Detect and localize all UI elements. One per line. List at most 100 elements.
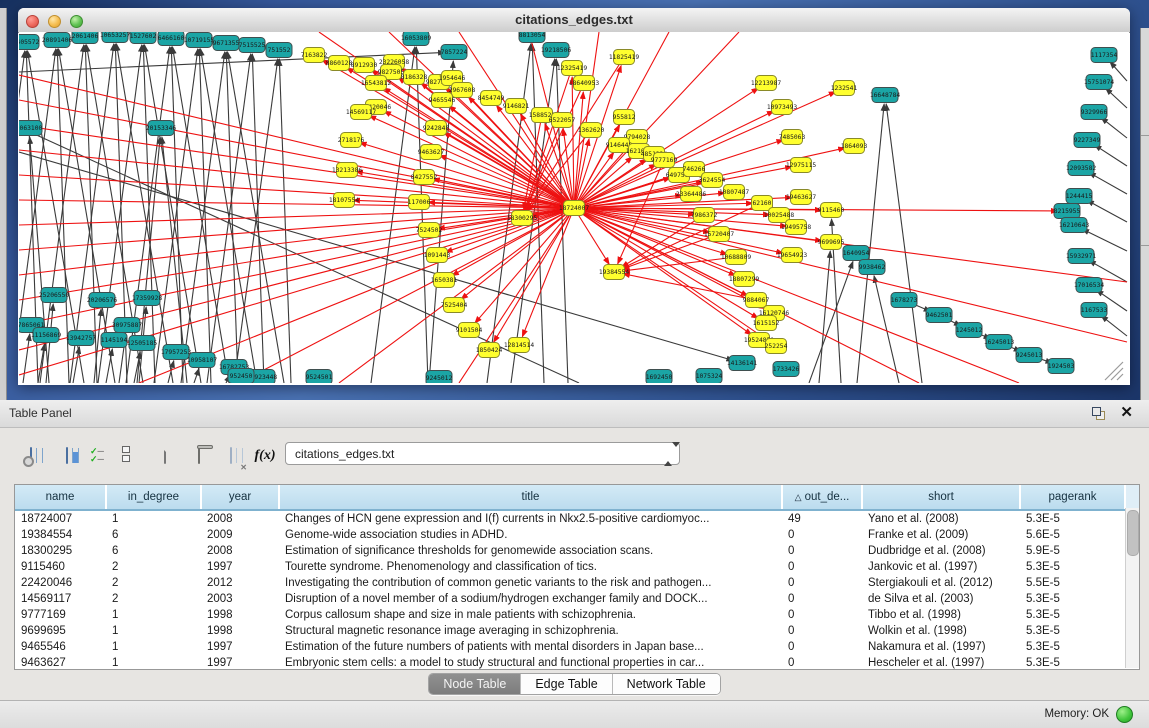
table-cell[interactable]: 18724007 bbox=[15, 510, 106, 527]
table-cell[interactable]: Jankovic et al. (1997) bbox=[862, 559, 1020, 575]
network-node[interactable]: 13942757 bbox=[66, 331, 97, 346]
table-cell[interactable]: 0 bbox=[782, 559, 862, 575]
table-cell[interactable]: Corpus callosum shape and size in male p… bbox=[279, 607, 782, 623]
network-canvas[interactable]: 1405572208914062061406106532571527602646… bbox=[19, 32, 1129, 383]
network-node[interactable]: 10973493 bbox=[767, 100, 798, 115]
network-node[interactable]: 10688809 bbox=[721, 250, 752, 265]
network-node[interactable]: 12325419 bbox=[557, 61, 588, 76]
column-header[interactable]: year bbox=[201, 485, 279, 510]
table-cell[interactable]: de Silva et al. (2003) bbox=[862, 591, 1020, 607]
table-cell[interactable]: 5.3E-5 bbox=[1020, 607, 1125, 623]
network-node[interactable]: 12814514 bbox=[504, 338, 535, 353]
table-cell[interactable]: 2012 bbox=[201, 575, 279, 591]
table-cell[interactable]: 9465546 bbox=[15, 639, 106, 655]
table-cell[interactable]: 9463627 bbox=[15, 655, 106, 671]
table-cell[interactable]: Tibbo et al. (1998) bbox=[862, 607, 1020, 623]
network-window-titlebar[interactable]: citations_edges.txt bbox=[18, 8, 1130, 33]
table-cell[interactable]: 2003 bbox=[201, 591, 279, 607]
table-cell[interactable]: Structural magnetic resonance image aver… bbox=[279, 623, 782, 639]
table-row[interactable]: 2242004622012Investigating the contribut… bbox=[15, 575, 1125, 591]
network-node[interactable]: 9242848 bbox=[423, 121, 450, 136]
network-node[interactable]: 751552 bbox=[266, 43, 292, 58]
scrollbar-thumb[interactable] bbox=[1127, 510, 1139, 556]
tab-node-table[interactable]: Node Table bbox=[429, 674, 521, 694]
network-node[interactable]: 1091443 bbox=[424, 248, 451, 263]
table-cell[interactable]: Disruption of a novel member of a sodium… bbox=[279, 591, 782, 607]
network-node[interactable]: 12975115 bbox=[786, 158, 817, 173]
network-node[interactable]: 2718176 bbox=[338, 133, 365, 148]
table-cell[interactable]: Hescheler et al. (1997) bbox=[862, 655, 1020, 671]
network-node[interactable]: 9329966 bbox=[1081, 105, 1108, 120]
tab-edge-table[interactable]: Edge Table bbox=[521, 674, 612, 694]
network-node[interactable]: 3624554 bbox=[699, 173, 726, 188]
table-cell[interactable]: 9777169 bbox=[15, 607, 106, 623]
table-cell[interactable]: 0 bbox=[782, 607, 862, 623]
table-cell[interactable]: 0 bbox=[782, 655, 862, 671]
network-node[interactable]: 10653257 bbox=[100, 32, 131, 43]
table-cell[interactable]: 5.6E-5 bbox=[1020, 527, 1125, 543]
network-node[interactable]: 15751074 bbox=[1084, 75, 1115, 90]
table-cell[interactable]: 2008 bbox=[201, 543, 279, 559]
table-cell[interactable]: Stergiakouli et al. (2012) bbox=[862, 575, 1020, 591]
network-table-selector[interactable]: citations_edges.txt bbox=[285, 442, 680, 465]
column-header[interactable]: in_degree bbox=[106, 485, 201, 510]
network-node[interactable]: 19495758 bbox=[781, 220, 812, 235]
network-node[interactable]: 9462501 bbox=[926, 308, 953, 323]
network-node[interactable]: 9146821 bbox=[503, 99, 530, 114]
network-node[interactable]: 20153346 bbox=[146, 121, 177, 136]
table-cell[interactable]: 5.9E-5 bbox=[1020, 543, 1125, 559]
table-cell[interactable]: Nakamura et al. (1997) bbox=[862, 639, 1020, 655]
table-cell[interactable]: 0 bbox=[782, 527, 862, 543]
network-node[interactable]: 955812 bbox=[613, 110, 636, 125]
network-node[interactable]: 10719155 bbox=[184, 33, 215, 48]
column-header[interactable]: △out_de... bbox=[782, 485, 862, 510]
table-cell[interactable]: 0 bbox=[782, 591, 862, 607]
table-cell[interactable]: 0 bbox=[782, 639, 862, 655]
network-node[interactable]: 19463627 bbox=[786, 190, 817, 205]
table-cell[interactable]: Dudbridge et al. (2008) bbox=[862, 543, 1020, 559]
table-cell[interactable]: 5.3E-5 bbox=[1020, 639, 1125, 655]
table-row[interactable]: 1938455462009Genome-wide association stu… bbox=[15, 527, 1125, 543]
network-node[interactable]: 9699695 bbox=[818, 235, 845, 250]
table-row[interactable]: 946554611997Estimation of the future num… bbox=[15, 639, 1125, 655]
network-node[interactable]: 1075324 bbox=[696, 369, 723, 384]
table-cell[interactable]: Franke et al. (2009) bbox=[862, 527, 1020, 543]
table-cell[interactable]: 9699695 bbox=[15, 623, 106, 639]
table-cell[interactable]: Estimation of significance thresholds fo… bbox=[279, 543, 782, 559]
network-node[interactable]: 117006 bbox=[408, 195, 431, 210]
table-cell[interactable]: 0 bbox=[782, 623, 862, 639]
table-cell[interactable]: 2009 bbox=[201, 527, 279, 543]
table-cell[interactable]: 1 bbox=[106, 655, 201, 671]
network-node[interactable]: 9101504 bbox=[456, 323, 483, 338]
table-cell[interactable]: 0 bbox=[782, 575, 862, 591]
network-node[interactable]: 30975887 bbox=[112, 318, 143, 333]
select-all-columns-button[interactable]: ✓─✓─ bbox=[90, 441, 116, 469]
network-node[interactable]: 1232541 bbox=[831, 81, 858, 96]
table-cell[interactable]: Changes of HCN gene expression and I(f) … bbox=[279, 510, 782, 527]
network-node[interactable]: 8813054 bbox=[519, 32, 546, 43]
network-node[interactable]: 1145194 bbox=[101, 333, 128, 348]
canvas-resize-grip[interactable] bbox=[1105, 362, 1123, 380]
network-node[interactable]: 9671355 bbox=[213, 36, 240, 51]
table-row[interactable]: 1830029562008Estimation of significance … bbox=[15, 543, 1125, 559]
network-node[interactable]: 8215955 bbox=[1054, 204, 1081, 219]
network-node[interactable]: 1640954 bbox=[843, 246, 870, 261]
network-node[interactable]: 11825419 bbox=[609, 50, 640, 65]
network-node[interactable]: 7857224 bbox=[441, 45, 468, 60]
show-rows-button[interactable] bbox=[122, 441, 148, 469]
create-table-button[interactable] bbox=[152, 441, 178, 469]
network-node[interactable]: 1245012 bbox=[956, 323, 983, 338]
table-cell[interactable]: 49 bbox=[782, 510, 862, 527]
table-row[interactable]: 946362711997Embryonic stem cells: a mode… bbox=[15, 655, 1125, 671]
network-node[interactable]: 12213987 bbox=[751, 76, 782, 91]
network-node[interactable]: 2061406 bbox=[72, 32, 99, 44]
table-cell[interactable]: 18300295 bbox=[15, 543, 106, 559]
function-builder-button[interactable]: f(x) bbox=[252, 441, 278, 469]
table-settings-button[interactable] bbox=[18, 441, 44, 469]
table-row[interactable]: 969969511998Structural magnetic resonanc… bbox=[15, 623, 1125, 639]
network-node[interactable]: 8186328 bbox=[401, 70, 428, 85]
network-node[interactable]: 6466160 bbox=[158, 32, 185, 46]
network-node[interactable]: 16648784 bbox=[870, 88, 901, 103]
table-row[interactable]: 1872400712008Changes of HCN gene express… bbox=[15, 510, 1125, 527]
network-node[interactable]: 14136141 bbox=[727, 356, 758, 371]
